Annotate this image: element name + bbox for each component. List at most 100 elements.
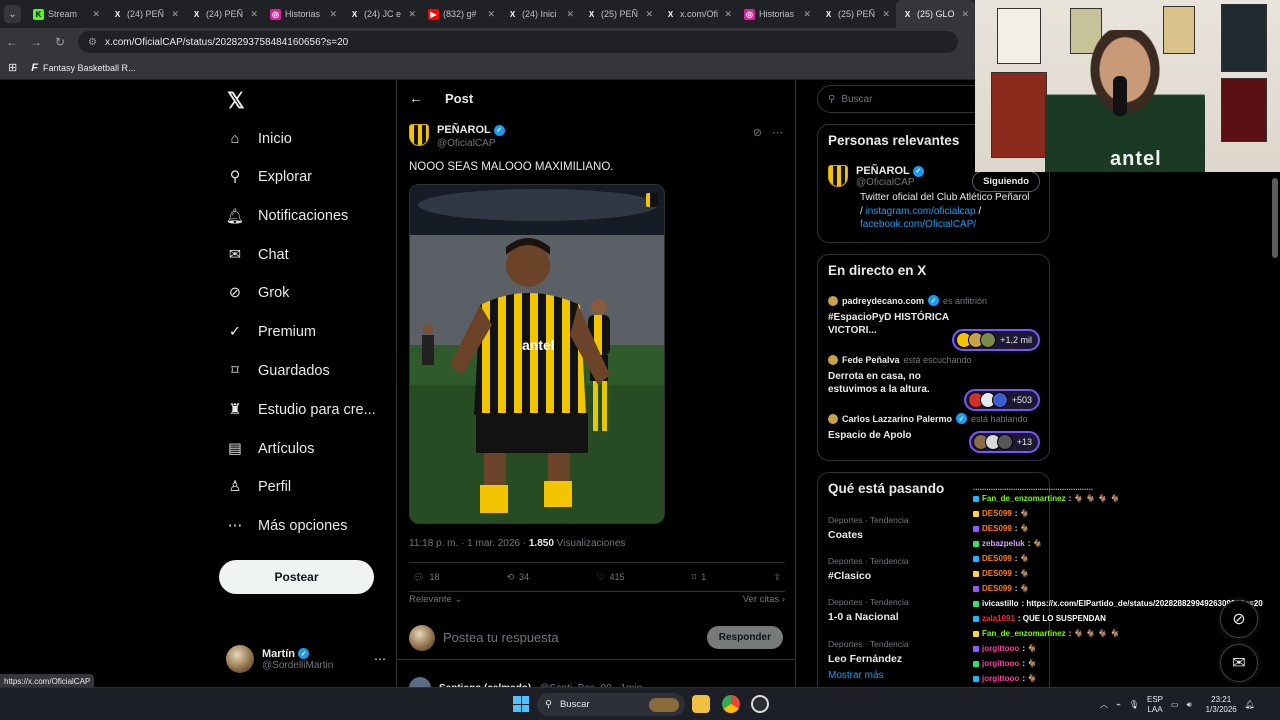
nav-item-premium[interactable]: ✓ Premium	[226, 319, 316, 345]
tab-close-icon[interactable]: ✕	[724, 9, 732, 20]
site-info-icon[interactable]: ⚙	[88, 37, 97, 48]
post-button[interactable]: Postear	[219, 560, 374, 594]
reply-input[interactable]: Postea tu respuesta	[443, 630, 699, 645]
tab-close-icon[interactable]: ✕	[408, 9, 416, 20]
post-author[interactable]: PEÑAROL ✓ @OficialCAP	[409, 124, 505, 149]
browser-tab[interactable]: X (24) Inici ✕	[501, 0, 580, 28]
browser-tab[interactable]: X (25) PEÑ ✕	[817, 0, 896, 28]
share-action[interactable]: ⇪	[773, 572, 781, 583]
browser-tab[interactable]: ◎ Historias ✕	[738, 0, 817, 28]
browser-tab[interactable]: ▶ (832) g# ✕	[422, 0, 501, 28]
like-action[interactable]: ♡ 415	[596, 572, 624, 583]
browser-tab[interactable]: ◎ Historias ✕	[264, 0, 343, 28]
language-indicator[interactable]: ESP LAA	[1147, 695, 1163, 715]
view-quotes-link[interactable]: Ver citas ›	[743, 594, 785, 605]
mic-icon[interactable]: 🎙︎	[1129, 700, 1139, 709]
browser-tab[interactable]: X (24) JC e ✕	[343, 0, 422, 28]
apps-grid-icon[interactable]: ⊞	[8, 61, 17, 74]
nav-item-notificaciones[interactable]: 🔔︎ Notificaciones	[226, 203, 348, 229]
nav-item-chat[interactable]: ✉ Chat	[226, 242, 289, 268]
trend-item[interactable]: Deportes · Tendencia Coates	[828, 515, 978, 541]
nav-item-artículos[interactable]: ▤ Artículos	[226, 436, 314, 462]
nav-item-perfil[interactable]: ♙ Perfil	[226, 474, 292, 500]
tab-close-icon[interactable]: ✕	[171, 9, 179, 20]
following-button[interactable]: Siguiendo	[972, 171, 1040, 192]
sort-dropdown[interactable]: Relevante ⌄	[409, 594, 462, 605]
clock[interactable]: 23:21 1/3/2026	[1206, 695, 1237, 715]
chrome-icon[interactable]	[722, 695, 740, 713]
live-space-item[interactable]: Fede Peñalva está escuchando Derrota en ca…	[828, 355, 1040, 411]
instagram-link[interactable]: instagram.com/oficialcap	[866, 206, 976, 217]
more-dots-icon[interactable]: ⋯	[374, 652, 386, 666]
more-dots-icon[interactable]: ⋯	[772, 126, 783, 139]
address-url[interactable]: x.com/OficialCAP/status/2028293758484160…	[105, 37, 348, 48]
network-icon[interactable]: ⌁	[1116, 700, 1121, 709]
messages-floating-button[interactable]: ✉	[1220, 644, 1258, 682]
grok-icon[interactable]: ⊘	[753, 126, 762, 139]
browser-tab[interactable]: X (25) GLO ✕	[896, 0, 975, 28]
reload-icon[interactable]: ↻	[48, 35, 72, 49]
display-icon[interactable]: ▭	[1171, 700, 1179, 709]
x-logo-icon[interactable]: 𝕏	[227, 88, 245, 114]
account-switcher[interactable]: Martín ✓ @SordelliMartin ⋯	[226, 644, 386, 674]
tab-close-icon[interactable]: ✕	[487, 9, 495, 20]
scrollbar-thumb[interactable]	[1272, 178, 1278, 258]
nav-item-estudio-para-cre[interactable]: ♜ Estudio para cre...	[226, 397, 376, 423]
penarol-crest-avatar[interactable]	[828, 165, 848, 187]
live-space-item[interactable]: padreydecano.com ✓ es anfitrión #EspacioPyD…	[828, 295, 1040, 351]
browser-tab[interactable]: K Stream ✕	[27, 0, 106, 28]
chevron-up-icon[interactable]: ︿	[1100, 699, 1108, 710]
file-explorer-icon[interactable]	[692, 695, 710, 713]
author-handle[interactable]: @OficialCAP	[437, 138, 505, 149]
forward-arrow-icon[interactable]: →	[24, 35, 48, 49]
author-name[interactable]: PEÑAROL	[437, 124, 491, 136]
nav-item-inicio[interactable]: ⌂ Inicio	[226, 126, 292, 152]
repost-action[interactable]: ⟲ 34	[507, 572, 530, 583]
bookmark-action[interactable]: ⌑ 1	[692, 572, 707, 583]
search-input[interactable]: ⚲ Buscar	[817, 85, 977, 113]
address-bar[interactable]: ⚙ x.com/OficialCAP/status/20282937584841…	[78, 31, 958, 53]
nav-item-guardados[interactable]: ⌑ Guardados	[226, 358, 329, 384]
back-arrow-icon[interactable]: ←	[409, 90, 423, 106]
tab-close-icon[interactable]: ✕	[645, 9, 653, 20]
windows-start-icon[interactable]	[513, 696, 529, 712]
tab-close-icon[interactable]: ✕	[250, 9, 258, 20]
bookmark-fantasy-basketball[interactable]: F Fantasy Basketball R...	[31, 62, 135, 74]
trend-item[interactable]: Deportes · Tendencia 1-0 a Nacional	[828, 597, 978, 623]
nav-item-más-opciones[interactable]: ⋯ Más opciones	[226, 513, 348, 539]
taskbar-search[interactable]: ⚲ Buscar	[537, 693, 685, 716]
post-timestamp[interactable]: 11:18 p. m. · 1 mar. 2026 ·	[409, 538, 529, 549]
tab-close-icon[interactable]: ✕	[882, 9, 890, 20]
browser-tab[interactable]: X (25) PEÑ ✕	[580, 0, 659, 28]
post-photo[interactable]: antel	[409, 184, 665, 524]
back-arrow-icon[interactable]: ←	[0, 35, 24, 49]
notifications-icon[interactable]: 🔔︎	[1245, 700, 1255, 709]
space-listeners-pill[interactable]: +1,2 mil	[952, 329, 1040, 351]
grok-floating-button[interactable]: ⊘	[1220, 600, 1258, 638]
trend-item[interactable]: Deportes · Tendencia #Clasico	[828, 556, 978, 582]
penarol-crest-avatar[interactable]	[409, 124, 429, 146]
person-name[interactable]: PEÑAROL	[856, 165, 910, 177]
person-handle[interactable]: @OficialCAP	[856, 177, 924, 188]
tab-close-icon[interactable]: ✕	[566, 9, 574, 20]
browser-tab[interactable]: Xx.com/Ofi ✕	[659, 0, 738, 28]
trend-item[interactable]: Deportes · Tendencia Leo Fernández	[828, 639, 978, 665]
reply-action[interactable]: 💬︎ 18	[413, 572, 439, 583]
space-listeners-pill[interactable]: +503	[963, 389, 1040, 411]
space-listeners-pill[interactable]: +13	[968, 431, 1040, 453]
page-scrollbar[interactable]	[1270, 172, 1280, 687]
browser-tab[interactable]: X (24) PEÑ ✕	[106, 0, 185, 28]
obs-icon[interactable]	[751, 695, 769, 713]
nav-item-grok[interactable]: ⊘ Grok	[226, 280, 290, 306]
live-space-item[interactable]: Carlos Lazzarino Palermo ✓ está hablando Es…	[828, 413, 1040, 459]
tab-search-dropdown-icon[interactable]: ⌄	[4, 5, 21, 23]
reply-button[interactable]: Responder	[706, 626, 783, 649]
facebook-link[interactable]: facebook.com/OficialCAP/	[860, 219, 976, 230]
tab-close-icon[interactable]: ✕	[329, 9, 337, 20]
tab-close-icon[interactable]: ✕	[803, 9, 811, 20]
tab-close-icon[interactable]: ✕	[92, 9, 100, 20]
tab-close-icon[interactable]: ✕	[961, 9, 969, 20]
show-more-link[interactable]: Mostrar más	[828, 670, 884, 681]
browser-tab[interactable]: X (24) PEÑ ✕	[185, 0, 264, 28]
nav-item-explorar[interactable]: ⚲ Explorar	[226, 164, 312, 190]
